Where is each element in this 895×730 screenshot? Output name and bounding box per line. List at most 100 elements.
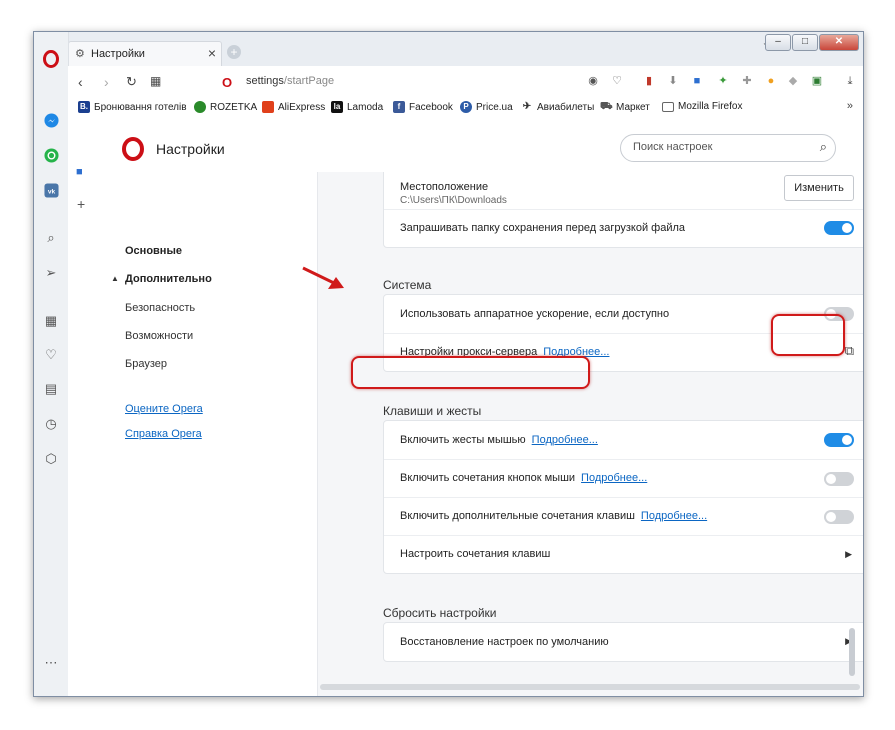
maximize-button[interactable]: □ <box>792 34 818 51</box>
mouse-gestures-toggle[interactable] <box>824 433 854 447</box>
bookmark-item[interactable]: f Facebook <box>393 101 453 113</box>
external-link-icon[interactable]: ⧉ <box>845 343 854 359</box>
whatsapp-icon[interactable] <box>42 146 60 164</box>
search-icon[interactable]: ⌕ <box>42 229 60 247</box>
translate-extension-icon[interactable]: ■ <box>690 74 704 88</box>
toggle-knob <box>826 512 836 522</box>
orange-extension-icon[interactable]: ● <box>764 74 778 88</box>
add-panel-icon[interactable]: + <box>77 196 85 212</box>
downloads-card: Местоположение C:\Users\ПК\Downloads Изм… <box>383 172 863 248</box>
nav-browser[interactable]: Браузер <box>125 358 167 370</box>
history-icon[interactable]: ◷ <box>42 415 60 433</box>
toggle-knob <box>842 223 852 233</box>
nav-security[interactable]: Безопасность <box>125 302 195 314</box>
messenger-icon[interactable] <box>42 111 60 129</box>
heart-icon[interactable]: ♡ <box>42 346 60 364</box>
send-icon[interactable]: ➢ <box>42 264 60 282</box>
puzzle-extension-icon[interactable]: ✚ <box>740 74 754 88</box>
bookmark-label: Facebook <box>409 101 453 113</box>
configure-shortcuts-row[interactable]: Настроить сочетания клавиш ▶ <box>384 535 863 574</box>
window-controls: – □ ✕ <box>765 34 859 51</box>
rocker-gestures-link[interactable]: Подробнее... <box>581 472 647 484</box>
nav-basic[interactable]: Основные <box>125 245 182 257</box>
toggle-knob <box>826 474 836 484</box>
nav-features[interactable]: Возможности <box>125 330 193 342</box>
bookmarks-more-button[interactable]: » <box>847 100 853 112</box>
translate-panel-icon[interactable]: ■ <box>76 166 83 178</box>
advanced-shortcuts-link[interactable]: Подробнее... <box>641 510 707 522</box>
bookmark-label: AliExpress <box>278 101 326 113</box>
rozetka-icon <box>194 101 206 113</box>
tab-settings[interactable]: ⚙ Настройки × <box>68 41 222 67</box>
bookmark-item[interactable]: B. Бронювання готелів <box>78 101 187 113</box>
bookmark-item[interactable]: ⛟ Маркет <box>600 101 650 113</box>
ask-folder-row: Запрашивать папку сохранения перед загру… <box>384 209 863 248</box>
url-host: settings <box>246 75 284 87</box>
android-extension-icon[interactable]: ✦ <box>716 74 730 88</box>
pdf-extension-icon[interactable]: ▮ <box>642 74 656 88</box>
restore-defaults-row[interactable]: Восстановление настроек по умолчанию ▶ <box>384 623 863 661</box>
vertical-scrollbar[interactable] <box>849 628 855 676</box>
forward-icon[interactable]: › <box>104 74 109 90</box>
mouse-gestures-text: Включить жесты мышью <box>400 434 526 446</box>
mouse-gestures-link[interactable]: Подробнее... <box>532 434 598 446</box>
download-extension-icon[interactable]: ⬇ <box>666 74 680 88</box>
bookmark-item[interactable]: ROZETKA <box>194 101 257 113</box>
tabs-grid-icon[interactable]: ▦ <box>150 74 161 88</box>
opera-sidebar: vk ⌕ ➢ ▦ ♡ ▤ ◷ ⬡ ⋯ <box>34 32 69 696</box>
opera-logo-icon <box>122 137 144 161</box>
rate-opera-link[interactable]: Оцените Opera <box>125 403 203 415</box>
reload-icon[interactable]: ↻ <box>126 74 137 90</box>
facebook-icon: f <box>393 101 405 113</box>
camera-icon[interactable]: ◉ <box>586 74 600 88</box>
bookmark-item[interactable]: AliExpress <box>262 101 325 113</box>
tab-close-icon[interactable]: × <box>208 45 216 61</box>
grey-extension-icon[interactable]: ◆ <box>786 74 800 88</box>
vk-icon[interactable]: vk <box>42 181 60 199</box>
speed-dial-icon[interactable]: ▦ <box>42 312 60 330</box>
bookmark-label: Lamoda <box>347 101 384 113</box>
change-location-button[interactable]: Изменить <box>784 175 854 201</box>
bookmark-item[interactable]: ✈ Авиабилеты <box>521 101 594 113</box>
opera-help-link[interactable]: Справка Opera <box>125 428 202 440</box>
bookmark-label: ROZETKA <box>210 101 258 113</box>
rocker-gestures-toggle[interactable] <box>824 472 854 486</box>
url-field[interactable]: settings/startPage <box>246 75 334 87</box>
ask-folder-toggle[interactable] <box>824 221 854 235</box>
news-icon[interactable]: ▤ <box>42 380 60 398</box>
extensions-icon[interactable]: ⬡ <box>42 450 60 468</box>
bookmark-item[interactable]: P Price.ua <box>460 101 513 113</box>
screen-extension-icon[interactable]: ▣ <box>810 74 824 88</box>
airplane-icon: ✈ <box>521 101 533 113</box>
heart-outline-icon[interactable]: ♡ <box>610 74 624 88</box>
settings-nav: Основные ▲ Дополнительно Безопасность Во… <box>99 172 318 696</box>
address-bar: ‹ › ↻ ▦ O settings/startPage ◉ ♡ ▮ ⬇ ■ ✦… <box>68 66 863 98</box>
settings-page: Настройки Поиск настроек ⌕ ■ + Основные … <box>68 119 863 696</box>
minimize-button[interactable]: – <box>765 34 791 51</box>
back-icon[interactable]: ‹ <box>78 74 83 90</box>
settings-search-input[interactable]: Поиск настроек ⌕ <box>620 134 836 162</box>
lamoda-icon: la <box>331 101 343 113</box>
highlight-hw-accel-toggle <box>771 314 845 356</box>
opera-menu-icon[interactable] <box>43 50 59 68</box>
horizontal-scrollbar[interactable] <box>320 684 860 690</box>
bookmark-item[interactable]: la Lamoda <box>331 101 383 113</box>
advanced-shortcuts-toggle[interactable] <box>824 510 854 524</box>
search-placeholder: Поиск настроек <box>633 141 713 153</box>
more-icon[interactable]: ⋯ <box>42 654 60 672</box>
close-window-button[interactable]: ✕ <box>819 34 859 51</box>
title-bar: ⚙ Настройки × + ⇩ – □ ✕ <box>34 32 863 67</box>
rocker-gestures-row: Включить сочетания кнопок мыши Подробнее.… <box>384 459 863 498</box>
highlight-proxy-settings <box>351 356 590 389</box>
downloads-icon[interactable]: ⤓ <box>843 74 857 88</box>
red-arrow-icon <box>302 266 344 289</box>
collapse-arrow-icon[interactable]: ▲ <box>111 274 119 283</box>
bookmark-label: Авиабилеты <box>537 101 595 113</box>
folder-icon <box>662 101 674 112</box>
nav-advanced[interactable]: Дополнительно <box>125 273 212 285</box>
opera-address-icon: O <box>222 75 233 90</box>
bookmark-item[interactable]: Mozilla Firefox <box>662 101 742 112</box>
svg-text:vk: vk <box>47 188 55 195</box>
new-tab-button[interactable]: + <box>227 45 241 59</box>
mouse-gestures-row: Включить жесты мышью Подробнее... <box>384 421 863 459</box>
